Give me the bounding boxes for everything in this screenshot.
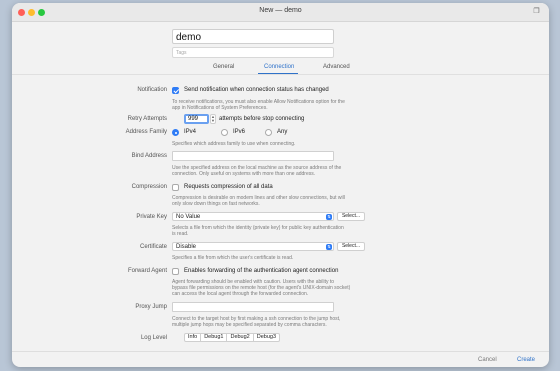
compression-description-line2: only slow down things on fast networks. — [172, 201, 260, 207]
footer-divider — [12, 351, 549, 352]
certificate-select-button[interactable]: Select... — [337, 242, 365, 251]
notification-description-line2: app in Notifications of System Preferenc… — [172, 105, 268, 111]
compression-checkbox-text: Requests compression of all data — [184, 184, 273, 190]
cancel-button[interactable]: Cancel — [478, 357, 497, 363]
address-family-label: Address Family — [125, 129, 167, 135]
chevron-updown-icon: ⇅ — [326, 214, 332, 220]
duplicate-window-icon[interactable]: ❐ — [532, 7, 541, 16]
bind-address-input[interactable] — [172, 151, 334, 161]
forward-agent-label: Forward Agent — [127, 268, 167, 274]
bind-address-label: Bind Address — [131, 153, 167, 159]
private-key-value: No Value — [176, 214, 201, 220]
private-key-description-line2: is read. — [172, 231, 189, 237]
retry-attempts-label: Retry Attempts — [127, 116, 167, 122]
retry-attempts-suffix: attempts before stop connecting — [219, 116, 305, 122]
certificate-description: Specifies a file from which the user's c… — [172, 255, 294, 261]
certificate-value: Disable — [176, 244, 197, 250]
compression-label: Compression — [131, 184, 167, 190]
retry-attempts-stepper[interactable]: ▲ ▼ — [210, 114, 216, 124]
forward-agent-description-line3: can access the local agent through the f… — [172, 291, 309, 297]
window-title: New — demo — [259, 7, 302, 14]
proxy-jump-input[interactable] — [172, 302, 334, 312]
notification-checkbox-text: Send notification when connection status… — [184, 87, 329, 93]
private-key-select[interactable]: No Value ⇅ — [172, 212, 334, 221]
address-family-description: Specifies which address family to use wh… — [172, 141, 296, 147]
active-tab-indicator — [258, 73, 298, 74]
forward-agent-checkbox-text: Enables forwarding of the authentication… — [184, 268, 339, 274]
proxy-jump-label: Proxy Jump — [135, 304, 167, 310]
title-bar: New — demo ❐ — [12, 3, 549, 22]
private-key-select-button[interactable]: Select... — [337, 212, 365, 221]
log-level-debug3[interactable]: Debug3 — [254, 334, 279, 341]
radio-ipv6[interactable] — [221, 129, 228, 136]
log-level-debug1[interactable]: Debug1 — [201, 334, 228, 341]
log-level-debug2[interactable]: Debug2 — [227, 334, 254, 341]
radio-ipv6-label: IPv6 — [233, 129, 246, 135]
certificate-label: Certificate — [139, 244, 167, 250]
compression-checkbox[interactable] — [172, 184, 179, 191]
radio-ipv4[interactable] — [172, 129, 179, 136]
log-level-segmented-control: Info Debug1 Debug2 Debug3 — [184, 333, 281, 342]
radio-any[interactable] — [265, 129, 272, 136]
tab-general[interactable]: General — [213, 64, 234, 70]
notification-label: Notification — [137, 87, 167, 93]
log-level-label: Log Level — [140, 335, 167, 341]
forward-agent-checkbox[interactable] — [172, 268, 179, 275]
tags-input[interactable]: Tags — [172, 47, 334, 58]
tab-divider — [12, 74, 549, 75]
proxy-jump-description-line2: multiple jump hops may be specified sepa… — [172, 322, 327, 328]
radio-ipv4-label: IPv4 — [184, 129, 197, 135]
new-connection-window: New — demo ❐ demo Tags General Connectio… — [12, 3, 549, 367]
create-button[interactable]: Create — [517, 357, 535, 363]
tab-connection[interactable]: Connection — [264, 64, 294, 70]
log-level-info[interactable]: Info — [185, 334, 202, 341]
radio-any-label: Any — [277, 129, 288, 135]
notification-checkbox[interactable] — [172, 87, 179, 94]
bind-address-description-line2: connection. Only useful on systems with … — [172, 171, 316, 177]
retry-attempts-input[interactable]: 999 — [184, 114, 209, 124]
certificate-select[interactable]: Disable ⇅ — [172, 242, 334, 251]
tab-advanced[interactable]: Advanced — [323, 64, 350, 70]
private-key-label: Private Key — [136, 214, 167, 220]
chevron-updown-icon: ⇅ — [326, 244, 332, 250]
connection-name-input[interactable]: demo — [172, 29, 334, 44]
